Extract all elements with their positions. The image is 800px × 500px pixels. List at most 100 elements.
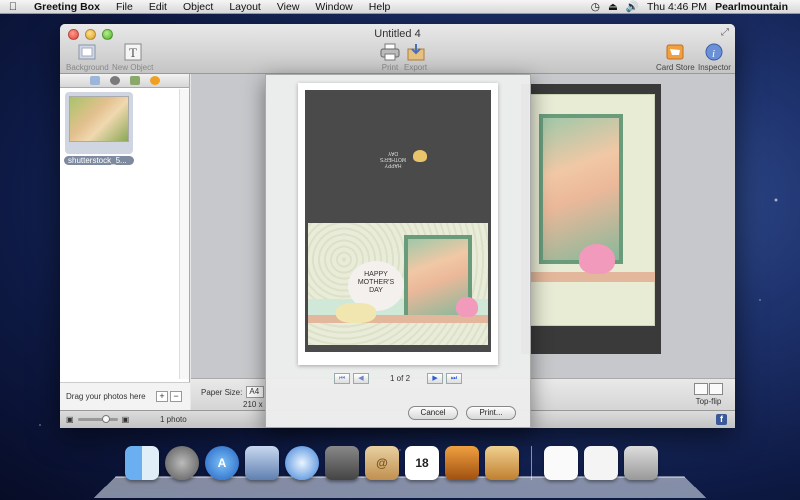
facebook-icon[interactable]: f <box>716 414 727 425</box>
window-title: Untitled 4 <box>374 28 421 40</box>
safari-icon[interactable] <box>285 446 319 480</box>
greeting-line-2: MOTHER'S <box>357 279 395 286</box>
export-icon <box>406 42 426 62</box>
dock: A @ 18 <box>93 440 707 500</box>
menu-view[interactable]: View <box>269 1 308 13</box>
menu-help[interactable]: Help <box>361 1 399 13</box>
document-icon-2[interactable] <box>584 446 618 480</box>
text-object-icon: T <box>123 42 143 62</box>
preview-back-text: HAPPY MOTHER'S DAY <box>380 150 406 168</box>
photo-thumbnail-label: shutterstock_5... <box>64 156 134 165</box>
print-tool[interactable]: Print <box>380 42 400 72</box>
card-store-tool-label: Card Store <box>656 63 695 72</box>
finder-icon[interactable] <box>125 446 159 480</box>
flip-horizontal-button[interactable] <box>694 383 708 395</box>
add-photo-button[interactable]: + <box>156 391 168 402</box>
paper-size-select[interactable]: A4 <box>246 386 265 398</box>
menu-object[interactable]: Object <box>175 1 221 13</box>
flip-mode-label: Top-flip <box>695 397 722 406</box>
menu-bar:  Greeting Box File Edit Object Layout V… <box>0 0 800 14</box>
slider-knob[interactable] <box>101 415 110 423</box>
clipart-tab-icon[interactable] <box>109 76 120 85</box>
background-icon <box>77 42 97 62</box>
photo-thumbnail[interactable] <box>65 92 133 154</box>
preview-bow-decoration <box>336 303 376 323</box>
greeting-box-dock-icon[interactable] <box>485 446 519 480</box>
library-tabs <box>60 74 189 88</box>
photo-thumbnail-image <box>69 96 129 142</box>
preview-heart-icon <box>413 150 427 162</box>
dock-separator <box>531 446 532 480</box>
export-tool-label: Export <box>404 63 428 72</box>
mail-icon[interactable] <box>245 446 279 480</box>
photo-count: 1 photo <box>160 415 187 424</box>
printer-icon <box>380 42 400 62</box>
export-tool[interactable]: Export <box>404 42 427 72</box>
greeting-line-3: DAY <box>369 287 383 294</box>
title-bar: Untitled 4 ⤢ Background T New Object Pri… <box>60 24 735 74</box>
print-preview-page: HAPPY MOTHER'S DAY HAPPY MOTHER'S DAY <box>298 83 498 365</box>
facetime-icon[interactable] <box>325 446 359 480</box>
page-navigator: ⏮ ◀ 1 of 2 ▶ ⏭ <box>334 373 464 384</box>
page-indicator: 1 of 2 <box>390 374 411 383</box>
background-tool-label: Background <box>66 63 109 72</box>
small-thumbnail-icon: ▣ <box>66 415 74 424</box>
last-page-button[interactable]: ⏭ <box>446 373 463 384</box>
fullscreen-icon[interactable]: ⤢ <box>721 27 729 38</box>
flip-vertical-button[interactable] <box>709 383 723 395</box>
print-tool-label: Print <box>381 63 399 72</box>
previous-page-button[interactable]: ◀ <box>353 373 369 384</box>
inspector-tool[interactable]: i Inspector <box>698 42 731 72</box>
new-object-tool-label: New Object <box>112 63 154 72</box>
card-store-tool[interactable]: Card Store <box>656 42 695 72</box>
preview-pink-heart <box>456 297 478 317</box>
menu-user[interactable]: Pearlmountain <box>715 1 788 13</box>
time-machine-icon[interactable]: ◷ <box>591 1 600 13</box>
address-book-icon[interactable]: @ <box>365 446 399 480</box>
cancel-button[interactable]: Cancel <box>408 406 458 420</box>
library-footer: Drag your photos here + − <box>60 382 190 410</box>
menu-window[interactable]: Window <box>307 1 360 13</box>
card-heart-decoration <box>579 244 615 274</box>
apple-menu-icon[interactable]:  <box>0 1 26 13</box>
info-icon: i <box>704 42 724 62</box>
print-preview-sheet: HAPPY MOTHER'S DAY HAPPY MOTHER'S DAY ⏮ … <box>265 74 531 428</box>
iphoto-icon[interactable] <box>445 446 479 480</box>
drag-photos-hint: Drag your photos here <box>66 392 146 401</box>
menu-layout[interactable]: Layout <box>221 1 269 13</box>
preview-card-front: HAPPY MOTHER'S DAY <box>308 223 488 345</box>
shopping-cart-icon <box>665 42 685 62</box>
print-button[interactable]: Print... <box>466 406 516 420</box>
photo-library-panel: shutterstock_5... Drag your photos here … <box>60 74 190 410</box>
menu-app-name[interactable]: Greeting Box <box>26 1 108 13</box>
launchpad-icon[interactable] <box>165 446 199 480</box>
greeting-line-1: HAPPY <box>364 271 388 278</box>
menu-edit[interactable]: Edit <box>141 1 175 13</box>
preview-card: HAPPY MOTHER'S DAY HAPPY MOTHER'S DAY <box>305 90 491 352</box>
trash-icon[interactable] <box>624 446 658 480</box>
photos-tab-icon[interactable] <box>89 76 100 85</box>
stickers-tab-icon[interactable] <box>149 76 160 85</box>
backgrounds-tab-icon[interactable] <box>129 76 140 85</box>
menu-file[interactable]: File <box>108 1 141 13</box>
card-design[interactable] <box>521 84 661 354</box>
background-tool[interactable]: Background <box>66 42 109 72</box>
svg-text:T: T <box>129 45 137 60</box>
new-object-tool[interactable]: T New Object <box>112 42 153 72</box>
next-page-button[interactable]: ▶ <box>427 373 444 384</box>
app-store-icon[interactable]: A <box>205 446 239 480</box>
document-icon[interactable] <box>544 446 578 480</box>
card-photo[interactable] <box>539 114 623 264</box>
first-page-button[interactable]: ⏮ <box>334 373 350 384</box>
svg-text:i: i <box>712 48 715 60</box>
eject-icon[interactable]: ⏏ <box>608 1 618 13</box>
paper-size-label: Paper Size: <box>201 387 243 397</box>
menu-clock[interactable]: Thu 4:46 PM <box>647 1 707 13</box>
library-scrollbar[interactable] <box>179 89 189 379</box>
calendar-icon[interactable]: 18 <box>405 446 439 480</box>
remove-photo-button[interactable]: − <box>170 391 182 402</box>
thumbnail-size-slider[interactable]: ▣ ▣ <box>66 415 129 424</box>
inspector-tool-label: Inspector <box>698 63 731 72</box>
paper-dimensions: 210 x <box>243 400 263 409</box>
volume-icon[interactable]: 🔊 <box>626 0 639 13</box>
